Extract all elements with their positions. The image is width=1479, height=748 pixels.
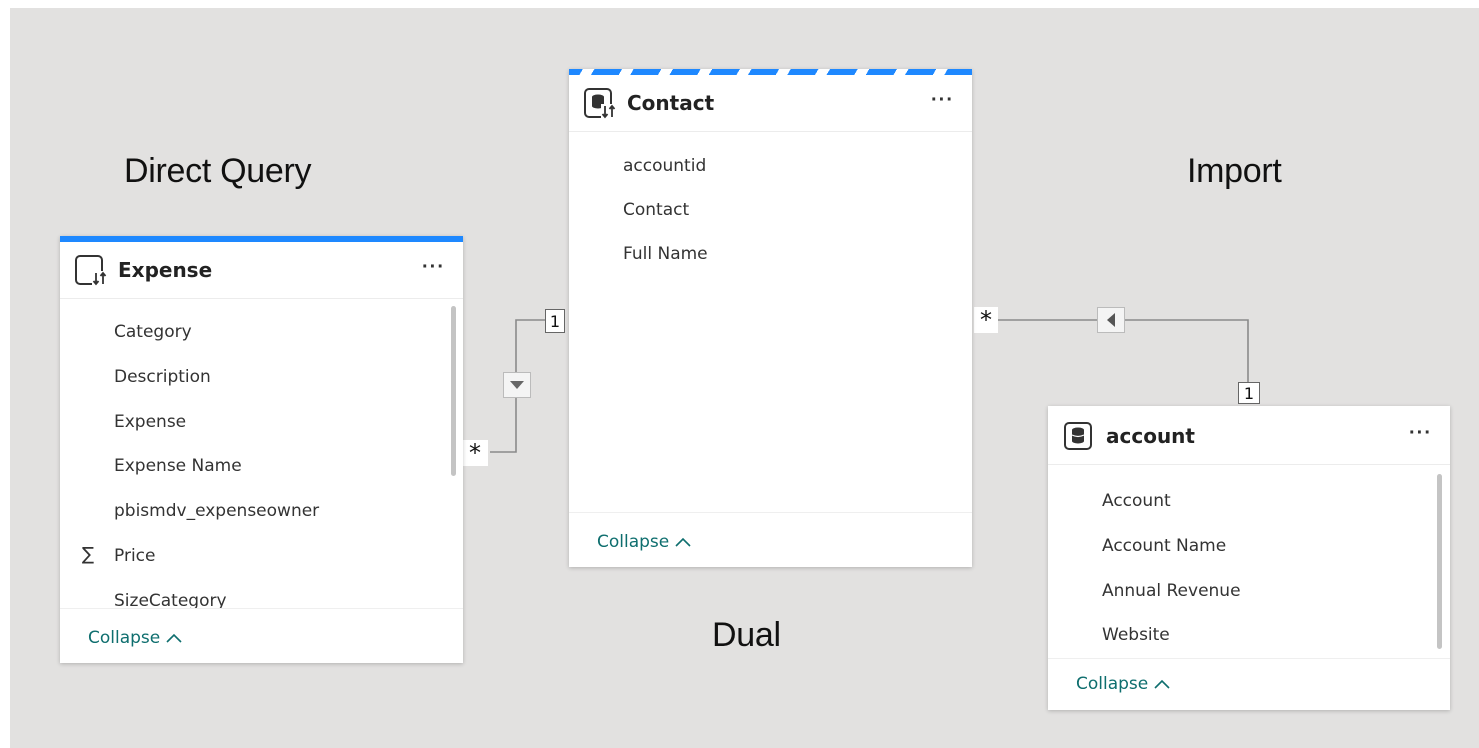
expense-contact-many-marker[interactable]: * xyxy=(462,439,488,467)
triangle-left-icon xyxy=(1107,313,1115,327)
expense-contact-one-marker[interactable]: 1 xyxy=(545,309,565,333)
expense-collapse-button[interactable]: Collapse xyxy=(88,628,182,648)
more-options-icon[interactable]: ··· xyxy=(931,89,954,112)
field-description[interactable]: Description xyxy=(114,367,211,387)
collapse-label: Collapse xyxy=(1076,674,1149,694)
sigma-icon: ∑ xyxy=(82,544,95,565)
field-website[interactable]: Website xyxy=(1102,625,1170,645)
account-collapse-button[interactable]: Collapse xyxy=(1076,674,1170,694)
contact-table-header[interactable]: Contact ··· xyxy=(569,75,972,132)
contact-account-many-marker[interactable]: * xyxy=(974,306,998,334)
expense-scrollbar[interactable] xyxy=(451,306,456,476)
field-expense-name[interactable]: Expense Name xyxy=(114,456,242,476)
directquery-table-icon xyxy=(74,253,108,287)
account-table-title: account xyxy=(1106,424,1195,448)
field-account-name[interactable]: Account Name xyxy=(1102,536,1226,556)
field-annual-revenue[interactable]: Annual Revenue xyxy=(1102,581,1241,601)
chevron-up-icon xyxy=(675,537,691,547)
contact-account-one-marker[interactable]: 1 xyxy=(1238,382,1260,404)
expense-table-title: Expense xyxy=(118,258,213,282)
card-footer-divider xyxy=(569,512,972,513)
field-sizecategory[interactable]: SizeCategory xyxy=(114,591,227,608)
field-category[interactable]: Category xyxy=(114,322,192,342)
more-options-icon[interactable]: ··· xyxy=(422,256,445,279)
card-footer-divider xyxy=(60,608,463,609)
chevron-up-icon xyxy=(166,633,182,643)
chevron-up-icon xyxy=(1154,679,1170,689)
collapse-label: Collapse xyxy=(88,628,161,648)
more-options-icon[interactable]: ··· xyxy=(1409,422,1432,445)
field-contact[interactable]: Contact xyxy=(623,200,689,220)
field-expenseowner[interactable]: pbismdv_expenseowner xyxy=(114,501,319,521)
card-footer-divider xyxy=(1048,658,1450,659)
collapse-label: Collapse xyxy=(597,532,670,552)
field-expense[interactable]: Expense xyxy=(114,412,186,432)
triangle-down-icon xyxy=(510,381,524,389)
account-table-card[interactable]: account ··· Account Account Name Annual … xyxy=(1048,406,1450,710)
dual-table-icon xyxy=(583,86,617,120)
expense-contact-filter-direction[interactable] xyxy=(503,372,531,398)
field-full-name[interactable]: Full Name xyxy=(623,244,708,264)
contact-table-title: Contact xyxy=(627,91,715,115)
account-table-header[interactable]: account ··· xyxy=(1048,408,1450,465)
expense-table-card[interactable]: Expense ··· Category Description Expense… xyxy=(60,236,463,663)
contact-collapse-button[interactable]: Collapse xyxy=(597,532,691,552)
field-account[interactable]: Account xyxy=(1102,491,1171,511)
expense-table-header[interactable]: Expense ··· xyxy=(60,242,463,299)
contact-account-filter-direction[interactable] xyxy=(1097,307,1125,333)
import-table-icon xyxy=(1062,419,1096,453)
contact-table-card[interactable]: Contact ··· accountid Contact Full Name … xyxy=(569,69,972,567)
field-price[interactable]: Price xyxy=(114,546,155,566)
account-scrollbar[interactable] xyxy=(1437,474,1442,649)
field-accountid[interactable]: accountid xyxy=(623,156,706,176)
